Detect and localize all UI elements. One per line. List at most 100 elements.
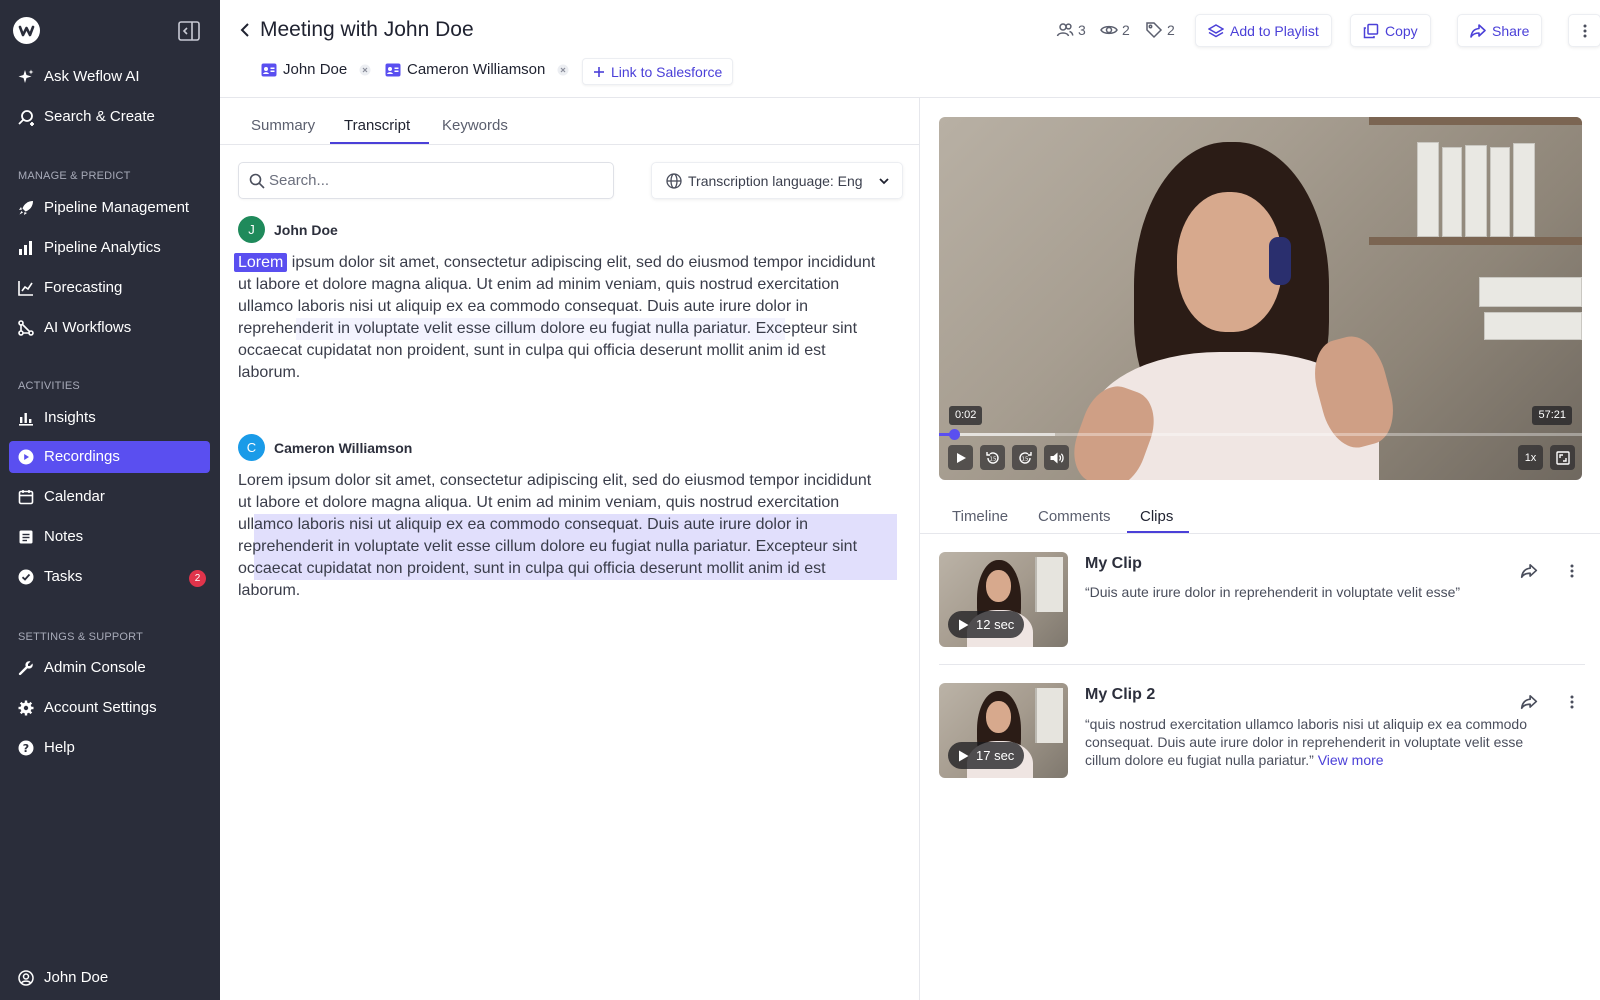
bar-chart-icon (18, 240, 34, 256)
speaker-header: C Cameron Williamson (238, 434, 412, 461)
video-progress-handle[interactable] (949, 429, 960, 440)
more-options-icon[interactable] (1563, 693, 1581, 711)
share-button[interactable]: Share (1457, 14, 1543, 47)
video-progress-bar[interactable] (939, 429, 1582, 440)
participants-count[interactable]: 3 (1056, 21, 1086, 39)
playback-speed-button[interactable]: 1x (1518, 445, 1543, 470)
play-icon[interactable] (948, 445, 973, 470)
views-count-value: 2 (1122, 22, 1130, 38)
clip-play-button[interactable]: 12 sec (948, 611, 1025, 638)
transcript-paragraph[interactable]: Lorem ipsum dolor sit amet, consectetur … (238, 470, 878, 602)
nav-notes[interactable]: Notes (9, 521, 210, 553)
nav-label: Calendar (44, 488, 105, 505)
nav-recordings[interactable]: Recordings (9, 441, 210, 473)
add-to-playlist-label: Add to Playlist (1230, 22, 1319, 39)
speaker-header: J John Doe (238, 216, 338, 243)
users-icon (1056, 21, 1074, 39)
transcription-language-label: Transcription language: Eng (688, 173, 863, 189)
more-options-icon[interactable] (1563, 562, 1581, 580)
layers-icon (1208, 23, 1224, 39)
tab-timeline[interactable]: Timeline (952, 499, 1008, 535)
video-player[interactable]: 0:02 57:21 15 15 1x (939, 117, 1582, 480)
clip-thumbnail[interactable]: 17 sec (939, 683, 1068, 778)
fullscreen-icon[interactable] (1550, 445, 1575, 470)
participant-chip: John Doe (261, 61, 371, 78)
view-more-link[interactable]: View more (1318, 752, 1384, 768)
contact-card-icon (261, 63, 277, 77)
clip-duration: 12 sec (976, 617, 1015, 632)
tab-keywords[interactable]: Keywords (442, 108, 508, 144)
clip-quote: “quis nostrud exercitation ullamco labor… (1085, 715, 1530, 769)
nav-ai-workflows[interactable]: AI Workflows (9, 312, 210, 344)
transcript-paragraph[interactable]: Lorem ipsum dolor sit amet, consectetur … (234, 252, 878, 384)
nav-label: Pipeline Analytics (44, 239, 161, 256)
nav-label: Recordings (44, 448, 120, 465)
collapse-sidebar-icon[interactable] (177, 19, 201, 43)
nav-search-create[interactable]: Search & Create (9, 101, 210, 133)
nav-admin-console[interactable]: Admin Console (9, 652, 210, 684)
more-options-icon[interactable] (1568, 14, 1600, 47)
participants-count-value: 3 (1078, 22, 1086, 38)
header: Meeting with John Doe John Doe Cameron W… (220, 0, 1600, 98)
nav-tasks[interactable]: Tasks 2 (9, 561, 210, 593)
speaker-name: Cameron Williamson (274, 439, 413, 456)
participant-name: Cameron Williamson (407, 61, 546, 78)
panel-divider (919, 98, 920, 1000)
nav-label: Pipeline Management (44, 199, 190, 216)
remove-participant-icon[interactable] (359, 64, 371, 76)
transcript-search-input[interactable] (269, 163, 604, 198)
clip-title[interactable]: My Clip 2 (1085, 686, 1155, 704)
tabs-divider (920, 533, 1600, 534)
volume-icon[interactable] (1044, 445, 1069, 470)
clip-play-button[interactable]: 17 sec (948, 742, 1025, 769)
participant-chip: Cameron Williamson (385, 61, 569, 78)
user-circle-icon (18, 970, 34, 986)
tab-clips[interactable]: Clips (1140, 499, 1173, 535)
tags-count[interactable]: 2 (1145, 21, 1175, 39)
globe-icon (666, 173, 682, 189)
share-icon[interactable] (1520, 693, 1538, 711)
remove-participant-icon[interactable] (557, 64, 569, 76)
nav-label: Tasks (44, 568, 83, 585)
sidebar: Ask Weflow AI Search & Create MANAGE & P… (0, 0, 220, 1000)
section-title: SETTINGS & SUPPORT (18, 631, 144, 643)
nav-label: Account Settings (44, 699, 157, 716)
clip-thumbnail[interactable]: 12 sec (939, 552, 1068, 647)
add-to-playlist-button[interactable]: Add to Playlist (1195, 14, 1332, 47)
back-arrow-icon[interactable] (238, 22, 254, 38)
user-profile[interactable]: John Doe (9, 962, 210, 994)
nav-pipeline-management[interactable]: Pipeline Management (9, 192, 210, 224)
play-icon (959, 619, 969, 630)
weflow-logo[interactable] (13, 17, 40, 44)
nav-account-settings[interactable]: Account Settings (9, 692, 210, 724)
nav-label: Admin Console (44, 659, 146, 676)
tab-transcript[interactable]: Transcript (344, 108, 410, 144)
tab-comments[interactable]: Comments (1038, 499, 1111, 535)
rewind-icon[interactable]: 15 (980, 445, 1005, 470)
share-label: Share (1492, 22, 1530, 39)
views-count[interactable]: 2 (1100, 21, 1130, 39)
page-title: Meeting with John Doe (260, 18, 474, 41)
help-circle-icon: ? (18, 740, 34, 756)
tab-summary[interactable]: Summary (251, 108, 315, 144)
link-to-salesforce-button[interactable]: Link to Salesforce (582, 58, 734, 85)
nav-insights[interactable]: Insights (9, 402, 210, 434)
insights-chart-icon (18, 410, 34, 426)
nav-help[interactable]: ? Help (9, 732, 210, 764)
nav-pipeline-analytics[interactable]: Pipeline Analytics (9, 232, 210, 264)
nav-ask-weflow-ai[interactable]: Ask Weflow AI (9, 61, 210, 93)
nav-calendar[interactable]: Calendar (9, 481, 210, 513)
contact-card-icon (385, 63, 401, 77)
forward-icon[interactable]: 15 (1012, 445, 1037, 470)
share-icon[interactable] (1520, 562, 1538, 580)
transcription-language-select[interactable]: Transcription language: Eng (651, 162, 903, 199)
svg-text:15: 15 (1021, 456, 1028, 462)
trend-chart-icon (18, 280, 34, 296)
clip-title[interactable]: My Clip (1085, 555, 1142, 573)
clip-quote: “Duis aute irure dolor in reprehenderit … (1085, 583, 1530, 601)
nav-forecasting[interactable]: Forecasting (9, 272, 210, 304)
transcript-search (238, 162, 614, 199)
gear-icon (18, 700, 34, 716)
copy-button[interactable]: Copy (1350, 14, 1431, 47)
workflow-icon (18, 320, 34, 336)
